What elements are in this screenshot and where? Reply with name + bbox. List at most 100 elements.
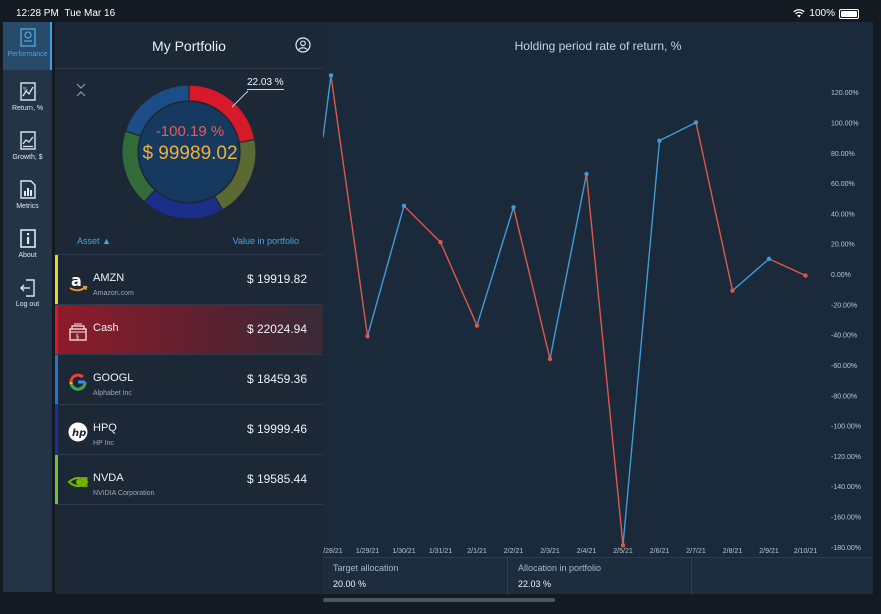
x-tick-label: 2/2/21 [504,548,524,555]
x-tick-label: 2/6/21 [650,548,670,555]
allocation-donut-area: 22.03 % -100.19 % $ 99989.02 [55,69,323,225]
y-tick-label: 60.00% [831,181,855,188]
data-point[interactable] [766,256,772,262]
asset-row-hpq[interactable]: hp HPQ HP Inc $ 19999.46 [55,405,323,455]
nav-item-return[interactable]: % Return, % [3,76,52,124]
nav-item-growth[interactable]: Growth, $ [3,125,52,173]
data-point[interactable] [803,273,808,278]
asset-row-cash[interactable]: $ Cash $ 22024.94 [55,305,323,355]
asset-row-nvda[interactable]: NVDA NVIDIA Corporation $ 19585.44 [55,455,323,505]
hp-icon: hp [68,422,88,442]
asset-ticker: GOOGL [93,372,134,384]
google-icon [69,373,87,391]
x-tick-label: 2/5/21 [613,548,633,555]
target-allocation-value: 20.00 % [333,579,367,589]
scroll-indicator[interactable] [323,598,555,602]
line-segment [403,205,441,243]
line-segment [549,173,588,360]
return-icon: % [19,82,36,101]
portfolio-return-percent: -100.19 % [155,123,225,140]
y-tick-label: -120.00% [831,454,861,461]
data-point[interactable] [620,543,626,548]
target-allocation-cell: Target allocation 20.00 % [323,558,508,594]
y-tick-label: -20.00% [831,302,857,309]
line-segment [512,207,551,360]
x-tick-label: 2/7/21 [686,548,706,555]
portfolio-allocation-label: Allocation in portfolio [518,563,602,573]
line-segment [732,258,770,292]
asset-color-bar [55,405,58,454]
asset-company-name: HP Inc [93,440,114,447]
asset-list-header: Asset ▲ Value in portfolio [55,227,323,255]
asset-company-name: Amazon.com [93,290,134,297]
asset-ticker: AMZN [93,272,125,284]
line-segment [695,122,734,291]
line-segment [330,75,369,337]
portfolio-allocation-cell: Allocation in portfolio 22.03 % [508,558,692,594]
data-point[interactable] [547,356,553,362]
profile-icon[interactable] [295,37,311,53]
nvidia-icon [67,477,89,487]
nav-label: Growth, $ [12,154,43,161]
y-tick-label: 100.00% [831,120,859,127]
portfolio-total-value: $ 99989.02 [142,143,238,164]
nav-item-about[interactable]: About [3,223,52,271]
x-tick-label: 2/8/21 [723,548,743,555]
nav-item-performance[interactable]: Performance [3,22,52,70]
nav-label: Log out [15,301,40,308]
slice-percent-label: 22.03 % [247,77,284,90]
data-point[interactable] [730,288,735,293]
y-tick-label: -40.00% [831,333,857,340]
value-column-header[interactable]: Value in portfolio [233,236,299,246]
data-point[interactable] [693,120,699,125]
nav-item-metrics[interactable]: Metrics [3,174,52,222]
data-point[interactable] [365,333,370,339]
asset-company-name: NVIDIA Corporation [93,490,155,497]
y-tick-label: 80.00% [831,151,855,158]
battery-percent: 100% [809,8,835,19]
line-segment [768,258,806,277]
asset-ticker: NVDA [93,472,124,484]
data-point[interactable] [657,138,662,143]
sort-asset-header[interactable]: Asset ▲ [77,236,111,246]
chart-panel: Holding period rate of return, % 120.00%… [323,22,873,594]
cash-icon: $ [69,323,87,341]
asset-color-bar [55,455,58,504]
amazon-icon: a [69,271,88,292]
x-tick-label: 1/28/21 [323,548,343,555]
asset-row-amzn[interactable]: a AMZN Amazon.com $ 19919.82 [55,255,323,305]
x-tick-label: 2/3/21 [540,548,560,555]
asset-value: $ 18459.36 [246,372,307,386]
asset-row-googl[interactable]: GOOGL Alphabet Inc $ 18459.36 [55,355,323,405]
data-point[interactable] [584,171,589,177]
asset-color-bar [55,305,58,354]
asset-value: $ 19999.46 [246,422,307,436]
status-bar: 12:28 PM Tue Mar 16 100% [0,0,881,22]
nav-item-logout[interactable]: Log out [3,272,52,320]
y-tick-label: -180.00% [831,545,861,552]
x-tick-label: 1/29/21 [356,548,379,555]
x-tick-label: 2/4/21 [577,548,597,555]
status-time: 12:28 PM Tue Mar 16 [16,8,116,19]
slice-leader-line [231,90,249,108]
metrics-icon [19,180,36,199]
x-tick-label: 1/30/21 [392,548,415,555]
asset-ticker: HPQ [93,422,117,434]
battery-icon [839,8,859,19]
svg-text:a: a [71,271,82,290]
y-tick-label: -80.00% [831,393,857,400]
asset-value: $ 22024.94 [246,322,307,336]
x-tick-label: 1/31/21 [429,548,452,555]
nav-label: About [18,252,37,259]
data-point[interactable] [511,205,516,210]
line-segment [366,205,405,337]
return-line-chart[interactable]: 120.00% 100.00% 80.00% 60.00% 40.00% 20.00% 0.… [323,22,873,557]
nav-label: Performance [7,51,48,58]
nav-label: Metrics [16,203,39,210]
data-point[interactable] [438,240,443,245]
data-point[interactable] [401,203,407,209]
data-point[interactable] [474,323,480,328]
x-tick-label: 2/1/21 [467,548,487,555]
data-point[interactable] [328,73,334,78]
x-tick-label: 2/10/21 [794,548,817,555]
